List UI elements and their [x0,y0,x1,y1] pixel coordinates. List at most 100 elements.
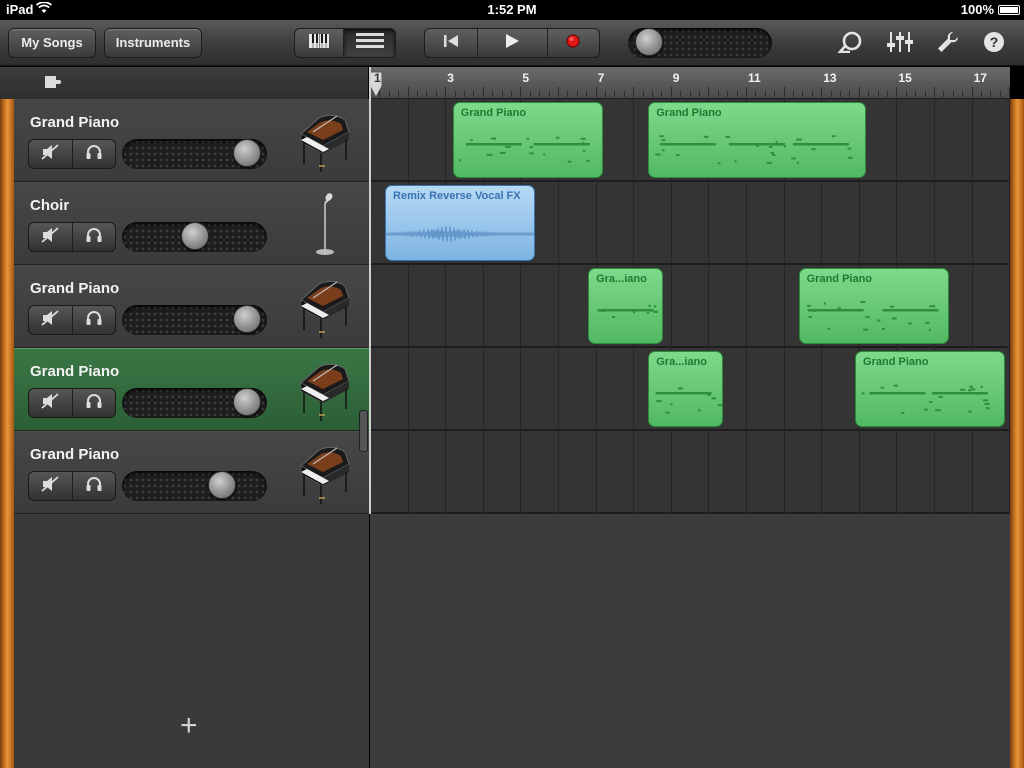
master-volume-slider[interactable] [628,28,772,58]
midi-region[interactable]: Grand Piano [855,351,1006,427]
track-volume-knob[interactable] [233,388,262,416]
audio-region[interactable]: Remix Reverse Vocal FX [385,185,536,261]
ruler-tick [943,91,945,97]
ruler-tick [680,91,682,97]
ruler-tick [595,87,597,97]
microphone-icon[interactable] [293,193,353,257]
ruler-tick [689,91,691,97]
ruler-tick [379,91,381,97]
track-resize-handle[interactable] [359,410,368,452]
region-label: Grand Piano [460,107,527,119]
midi-notes [861,384,990,414]
tracks-view-button[interactable] [344,29,395,57]
ruler-tick [520,87,522,97]
midi-region[interactable]: Grand Piano [452,102,604,178]
track-name: Grand Piano [30,280,120,297]
track-header[interactable]: Grand Piano [14,348,369,431]
track-volume-slider[interactable] [122,222,267,252]
arrangement-grid[interactable]: Grand Piano Grand Piano Remix Reverse Voca… [370,99,1011,514]
ruler-tick [736,91,738,97]
loops-button[interactable] [836,31,864,58]
ruler-tick [1009,87,1011,97]
play-icon [504,33,520,54]
mute-button[interactable] [29,472,73,500]
solo-button[interactable] [73,223,116,251]
ruler-tick [887,91,888,97]
mixer-button[interactable] [886,31,914,56]
track-name: Grand Piano [30,446,120,463]
track-volume-slider[interactable] [122,388,267,418]
solo-button[interactable] [73,140,116,168]
track-volume-knob[interactable] [233,139,262,167]
ruler-tick [539,91,541,97]
grand-piano-icon[interactable] [293,276,353,340]
track-volume-knob[interactable] [233,305,262,333]
midi-region[interactable]: Grand Piano [798,268,950,344]
grand-piano-icon[interactable] [293,110,353,174]
bar-line [407,99,409,514]
track-header[interactable]: Grand Piano [14,265,369,348]
ruler-label: 15 [898,71,912,85]
ruler-tick [426,91,428,97]
region-label: Grand Piano [656,107,722,119]
track-header[interactable]: Grand Piano [14,431,369,514]
ruler-tick [614,91,616,97]
record-button[interactable] [548,29,599,57]
plugin-icon[interactable] [44,74,64,95]
track-header[interactable]: Grand Piano [14,99,369,182]
midi-region[interactable]: Gra...iano [588,268,664,344]
mute-button[interactable] [29,389,73,417]
region-label: Grand Piano [806,273,873,285]
track-lane[interactable] [370,431,1010,514]
track-volume-slider[interactable] [122,305,267,335]
ruler-tick [576,91,578,97]
midi-notes [655,135,853,165]
solo-button[interactable] [73,389,116,417]
solo-button[interactable] [73,306,116,334]
mute-button[interactable] [29,306,73,334]
timeline-ruler[interactable]: 3 5 7 9 11 13 15 17 1 [369,67,1011,99]
mute-icon [41,226,59,248]
add-track-button[interactable]: + [180,709,198,743]
instruments-button[interactable]: Instruments [104,28,202,58]
track-volume-slider[interactable] [122,139,267,169]
help-button[interactable]: ? [980,31,1008,56]
ruler-tick [971,87,973,97]
settings-button[interactable] [934,31,962,56]
loop-browser-icon [837,31,863,58]
solo-button[interactable] [73,472,116,500]
ruler-tick [699,91,700,97]
ruler-tick [830,91,832,97]
play-button[interactable] [478,29,548,57]
mute-icon [41,475,59,497]
ruler-tick [435,91,437,97]
mute-button[interactable] [29,140,73,168]
grand-piano-icon[interactable] [293,442,353,506]
master-volume-knob[interactable] [634,28,663,56]
ruler-tick [717,91,719,97]
bar-line [971,99,973,514]
ruler-tick [548,91,550,97]
ruler-tick [727,91,729,97]
ruler-label: 13 [823,71,837,85]
ruler-tick [877,91,879,97]
track-volume-knob[interactable] [208,471,237,499]
region-label: Remix Reverse Vocal FX [393,190,521,202]
ruler-label: 17 [973,71,987,85]
instrument-view-button[interactable] [295,29,345,57]
rewind-button[interactable] [425,29,479,57]
mute-button[interactable] [29,223,73,251]
midi-notes [655,387,723,414]
track-volume-slider[interactable] [122,471,267,501]
ruler-tick [999,91,1001,97]
ruler-tick [840,91,841,97]
ruler-tick [746,87,747,97]
midi-region[interactable]: Gra...iano [648,351,724,427]
my-songs-button[interactable]: My Songs [8,28,96,58]
track-volume-knob[interactable] [180,222,209,250]
grand-piano-icon[interactable] [293,359,353,423]
ruler-tick [783,87,785,97]
svg-text:?: ? [990,34,999,50]
track-header[interactable]: Choir [14,182,369,265]
midi-region[interactable]: Grand Piano [648,102,867,178]
